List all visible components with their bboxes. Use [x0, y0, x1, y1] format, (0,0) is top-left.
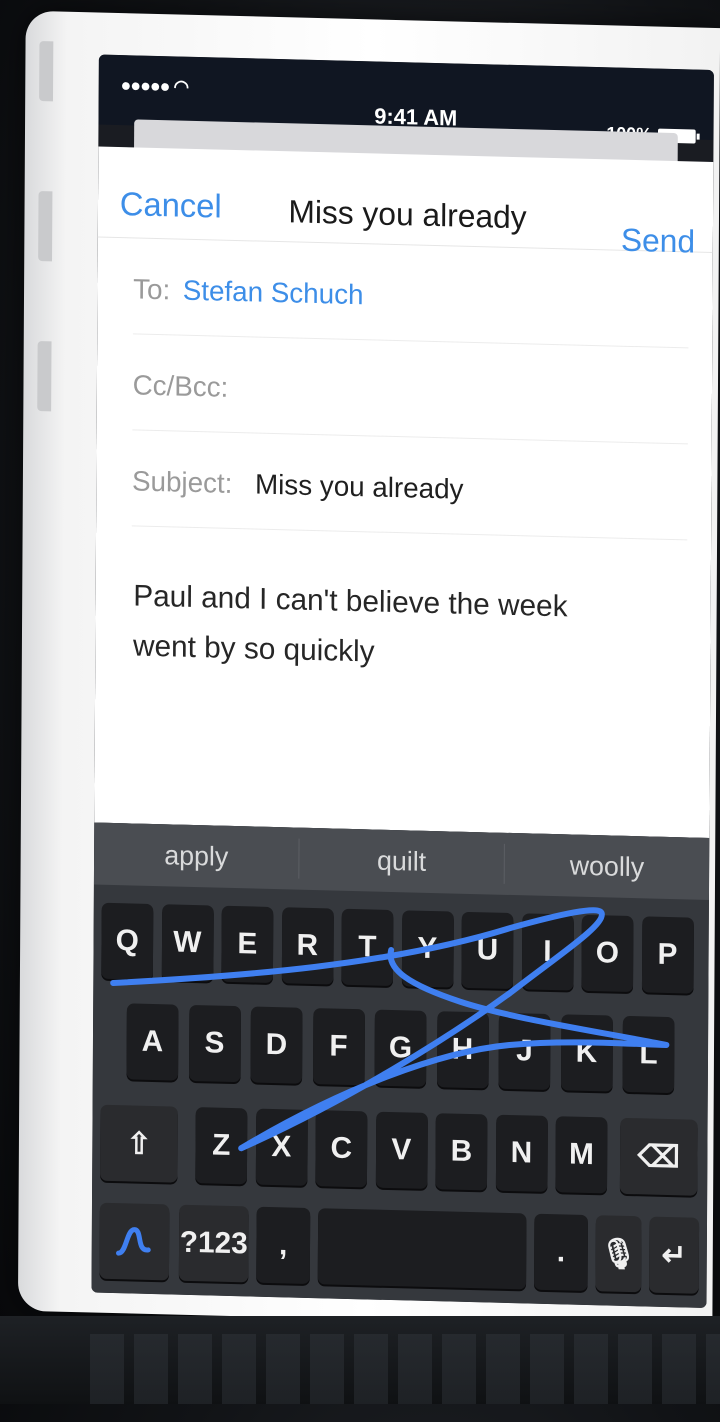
wifi-icon: ◠: [173, 76, 189, 97]
key-z[interactable]: Z: [195, 1107, 248, 1185]
key-y[interactable]: Y: [401, 910, 454, 988]
phone-perspective: ●●●●● ◠ 9:41 AM 100% Cancel Miss you alr…: [0, 0, 720, 1422]
microphone-icon[interactable]: 🎙: [595, 1215, 642, 1293]
shift-key[interactable]: ⇧: [100, 1104, 178, 1183]
key-q[interactable]: Q: [101, 902, 154, 980]
key-k[interactable]: K: [560, 1014, 613, 1092]
backspace-key[interactable]: ⌫: [619, 1117, 698, 1196]
laptop-keyboard-background: [0, 1316, 720, 1404]
key-d[interactable]: D: [250, 1006, 303, 1084]
comma-key[interactable]: ,: [256, 1206, 311, 1284]
key-h[interactable]: H: [436, 1011, 489, 1089]
key-v[interactable]: V: [375, 1111, 428, 1189]
subject-value[interactable]: Miss you already: [255, 469, 464, 506]
key-s[interactable]: S: [188, 1004, 241, 1083]
signal-dots: ●●●●●: [120, 75, 174, 97]
swype-icon: [116, 1227, 151, 1256]
signal-indicator: ●●●●● ◠: [120, 75, 188, 98]
key-b[interactable]: B: [435, 1113, 488, 1191]
message-body[interactable]: Paul and I can't believe the week went b…: [133, 571, 669, 685]
volume-down-button: [37, 341, 52, 412]
key-p[interactable]: P: [641, 916, 694, 994]
key-o[interactable]: O: [581, 914, 634, 993]
suggestion-item[interactable]: apply: [93, 833, 300, 879]
key-e[interactable]: E: [221, 905, 274, 984]
return-key[interactable]: ↵: [649, 1216, 700, 1294]
suggestion-item[interactable]: woolly: [505, 844, 710, 889]
swype-logo-key[interactable]: [99, 1202, 170, 1281]
to-label: To:: [133, 273, 171, 306]
key-f[interactable]: F: [312, 1008, 365, 1086]
cancel-button[interactable]: Cancel: [120, 185, 222, 226]
suggestion-item[interactable]: quilt: [299, 838, 505, 884]
compose-title: Miss you already: [288, 193, 527, 236]
space-bar[interactable]: [317, 1208, 527, 1290]
key-l[interactable]: L: [622, 1015, 675, 1094]
to-recipient[interactable]: Stefan Schuch: [183, 275, 364, 312]
compose-nav-bar: Cancel Miss you already Send: [97, 146, 714, 260]
key-w[interactable]: W: [161, 904, 214, 982]
key-x[interactable]: X: [255, 1108, 308, 1186]
key-i[interactable]: I: [521, 913, 574, 991]
phone-body: ●●●●● ◠ 9:41 AM 100% Cancel Miss you alr…: [17, 10, 720, 1329]
photo-stage: ●●●●● ◠ 9:41 AM 100% Cancel Miss you alr…: [0, 0, 720, 1404]
key-u[interactable]: U: [461, 911, 514, 990]
phone-screen: ●●●●● ◠ 9:41 AM 100% Cancel Miss you alr…: [91, 54, 714, 1308]
subject-field[interactable]: Subject: Miss you already: [131, 429, 688, 541]
key-g[interactable]: G: [374, 1009, 427, 1087]
period-key[interactable]: .: [533, 1213, 588, 1291]
ccbcc-label: Cc/Bcc:: [132, 369, 229, 403]
key-m[interactable]: M: [555, 1116, 608, 1194]
key-c[interactable]: C: [315, 1110, 368, 1188]
laptop-keys: [90, 1334, 720, 1404]
numbers-key[interactable]: ?123: [178, 1204, 249, 1283]
ccbcc-field[interactable]: Cc/Bcc:: [132, 333, 689, 445]
mute-switch: [39, 41, 54, 102]
key-r[interactable]: R: [281, 907, 334, 985]
key-t[interactable]: T: [341, 908, 394, 987]
to-field[interactable]: To: Stefan Schuch: [132, 237, 690, 349]
compose-sheet: Cancel Miss you already Send To: Stefan …: [94, 146, 714, 838]
subject-label: Subject:: [131, 465, 233, 499]
key-j[interactable]: J: [498, 1012, 551, 1091]
key-n[interactable]: N: [495, 1114, 548, 1192]
swype-keyboard: apply quilt woolly Q W E R T Y U I O P A S D F G H J K L ⇧ Z X C…: [91, 822, 710, 1308]
volume-up-button: [38, 191, 53, 262]
key-a[interactable]: A: [126, 1003, 179, 1081]
